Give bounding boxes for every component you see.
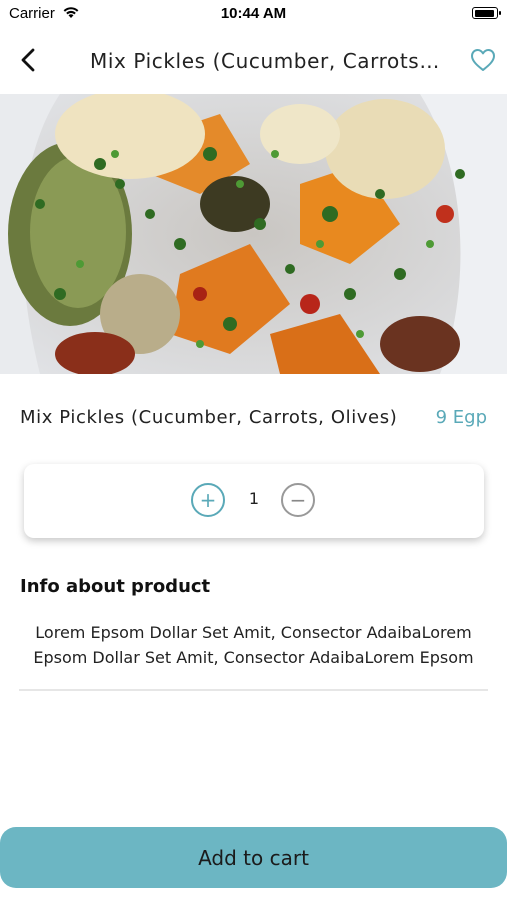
info-heading: Info about product (20, 576, 211, 597)
quantity-value: 1 (248, 489, 260, 508)
decrease-quantity-button[interactable]: − (281, 483, 315, 517)
chevron-left-icon[interactable] (14, 44, 44, 76)
page-title: Mix Pickles (Cucumber, Carrots,... (90, 49, 440, 73)
product-price: 9 Egp (435, 407, 487, 428)
info-description: Lorem Epsom Dollar Set Amit, Consector A… (33, 623, 474, 667)
add-to-cart-button[interactable]: Add to cart (0, 827, 507, 888)
quantity-stepper: + 1 − (24, 464, 484, 538)
product-name: Mix Pickles (Cucumber, Carrots, Olives) (20, 407, 398, 428)
status-time: 10:44 AM (220, 5, 287, 22)
product-detail-screen: Carrier 10:44 AM Mix Pickles (Cucumber, … (0, 0, 507, 900)
heart-outline-icon[interactable] (468, 46, 498, 74)
divider (19, 689, 488, 691)
battery-icon (472, 7, 501, 19)
nav-bar: Mix Pickles (Cucumber, Carrots,... (0, 30, 507, 94)
product-image (0, 94, 507, 374)
increase-quantity-button[interactable]: + (191, 483, 225, 517)
status-bar: Carrier 10:44 AM (0, 0, 507, 30)
